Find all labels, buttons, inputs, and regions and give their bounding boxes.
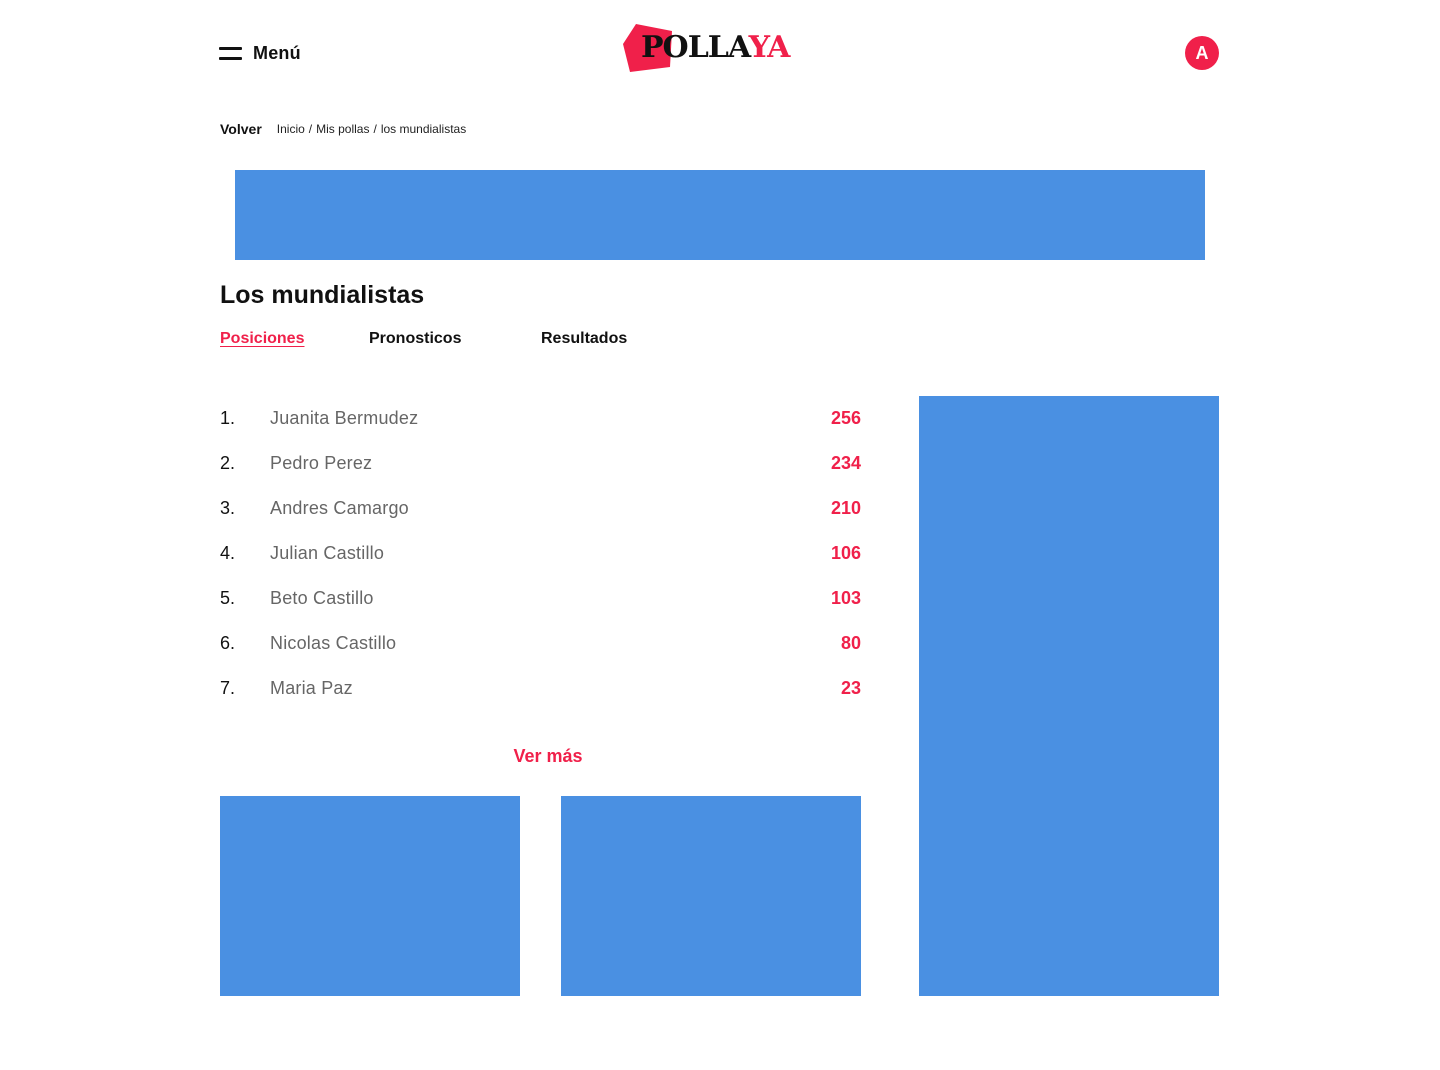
player-name: Beto Castillo [270, 588, 374, 608]
logo-text-polla: POLLA [641, 30, 750, 65]
logo-wordmark: POLLAYA [641, 30, 791, 65]
breadcrumb-separator: / [308, 122, 313, 136]
top-header: Menú POLLAYA A [0, 0, 1440, 100]
player-points: 106 [830, 543, 861, 563]
tab-pronosticos[interactable]: Pronosticos [369, 329, 461, 349]
menu-button[interactable]: Menú [219, 40, 301, 66]
player-points: 234 [830, 453, 861, 473]
player-name: Nicolas Castillo [270, 633, 397, 653]
hamburger-icon [219, 45, 242, 61]
logo-text-ya: YA [748, 30, 791, 65]
standings-list: 1. Juanita Bermudez 256 2. Pedro Perez 2… [220, 396, 861, 711]
rank-position: 7. [220, 678, 236, 698]
user-avatar[interactable]: A [1185, 36, 1219, 70]
standings-row[interactable]: 1. Juanita Bermudez 256 [220, 396, 861, 441]
breadcrumb-item-mis-pollas[interactable]: Mis pollas [316, 122, 369, 136]
breadcrumb-item-current: los mundialistas [380, 122, 467, 136]
breadcrumb-separator: / [373, 122, 377, 136]
sidebar-ad[interactable] [919, 396, 1219, 996]
rank-position: 2. [220, 453, 236, 473]
page-title: Los mundialistas [220, 281, 425, 309]
player-name: Maria Paz [270, 678, 353, 698]
breadcrumb: Volver Inicio / Mis pollas / los mundial… [220, 120, 466, 138]
rank-position: 1. [220, 408, 236, 428]
player-points: 210 [830, 498, 861, 518]
player-points: 23 [840, 678, 861, 698]
player-points: 80 [840, 633, 861, 653]
rank-position: 5. [220, 588, 236, 608]
standings-row[interactable]: 4. Julian Castillo 106 [220, 531, 861, 576]
breadcrumb-item-inicio[interactable]: Inicio [277, 122, 305, 136]
standings-row[interactable]: 2. Pedro Perez 234 [220, 441, 861, 486]
standings-row[interactable]: 7. Maria Paz 23 [220, 666, 861, 711]
player-points: 103 [830, 588, 861, 608]
player-name: Pedro Perez [270, 453, 373, 473]
top-ad-banner[interactable] [235, 170, 1205, 260]
player-name: Andres Camargo [270, 498, 409, 518]
bottom-ad-right[interactable] [561, 796, 861, 996]
tab-resultados[interactable]: Resultados [541, 329, 627, 349]
standings-row[interactable]: 3. Andres Camargo 210 [220, 486, 861, 531]
player-name: Juanita Bermudez [270, 408, 419, 428]
rank-position: 6. [220, 633, 236, 653]
player-name: Julian Castillo [270, 543, 385, 563]
see-more-link[interactable]: Ver más [220, 745, 876, 767]
bottom-ad-left[interactable] [220, 796, 520, 996]
standings-row[interactable]: 6. Nicolas Castillo 80 [220, 621, 861, 666]
rank-position: 4. [220, 543, 236, 563]
menu-label: Menú [253, 42, 301, 63]
rank-position: 3. [220, 498, 236, 518]
back-link[interactable]: Volver [220, 121, 262, 137]
tab-posiciones[interactable]: Posiciones [220, 329, 304, 349]
standings-row[interactable]: 5. Beto Castillo 103 [220, 576, 861, 621]
player-points: 256 [830, 408, 861, 428]
pollaya-logo[interactable]: POLLAYA [622, 22, 802, 74]
